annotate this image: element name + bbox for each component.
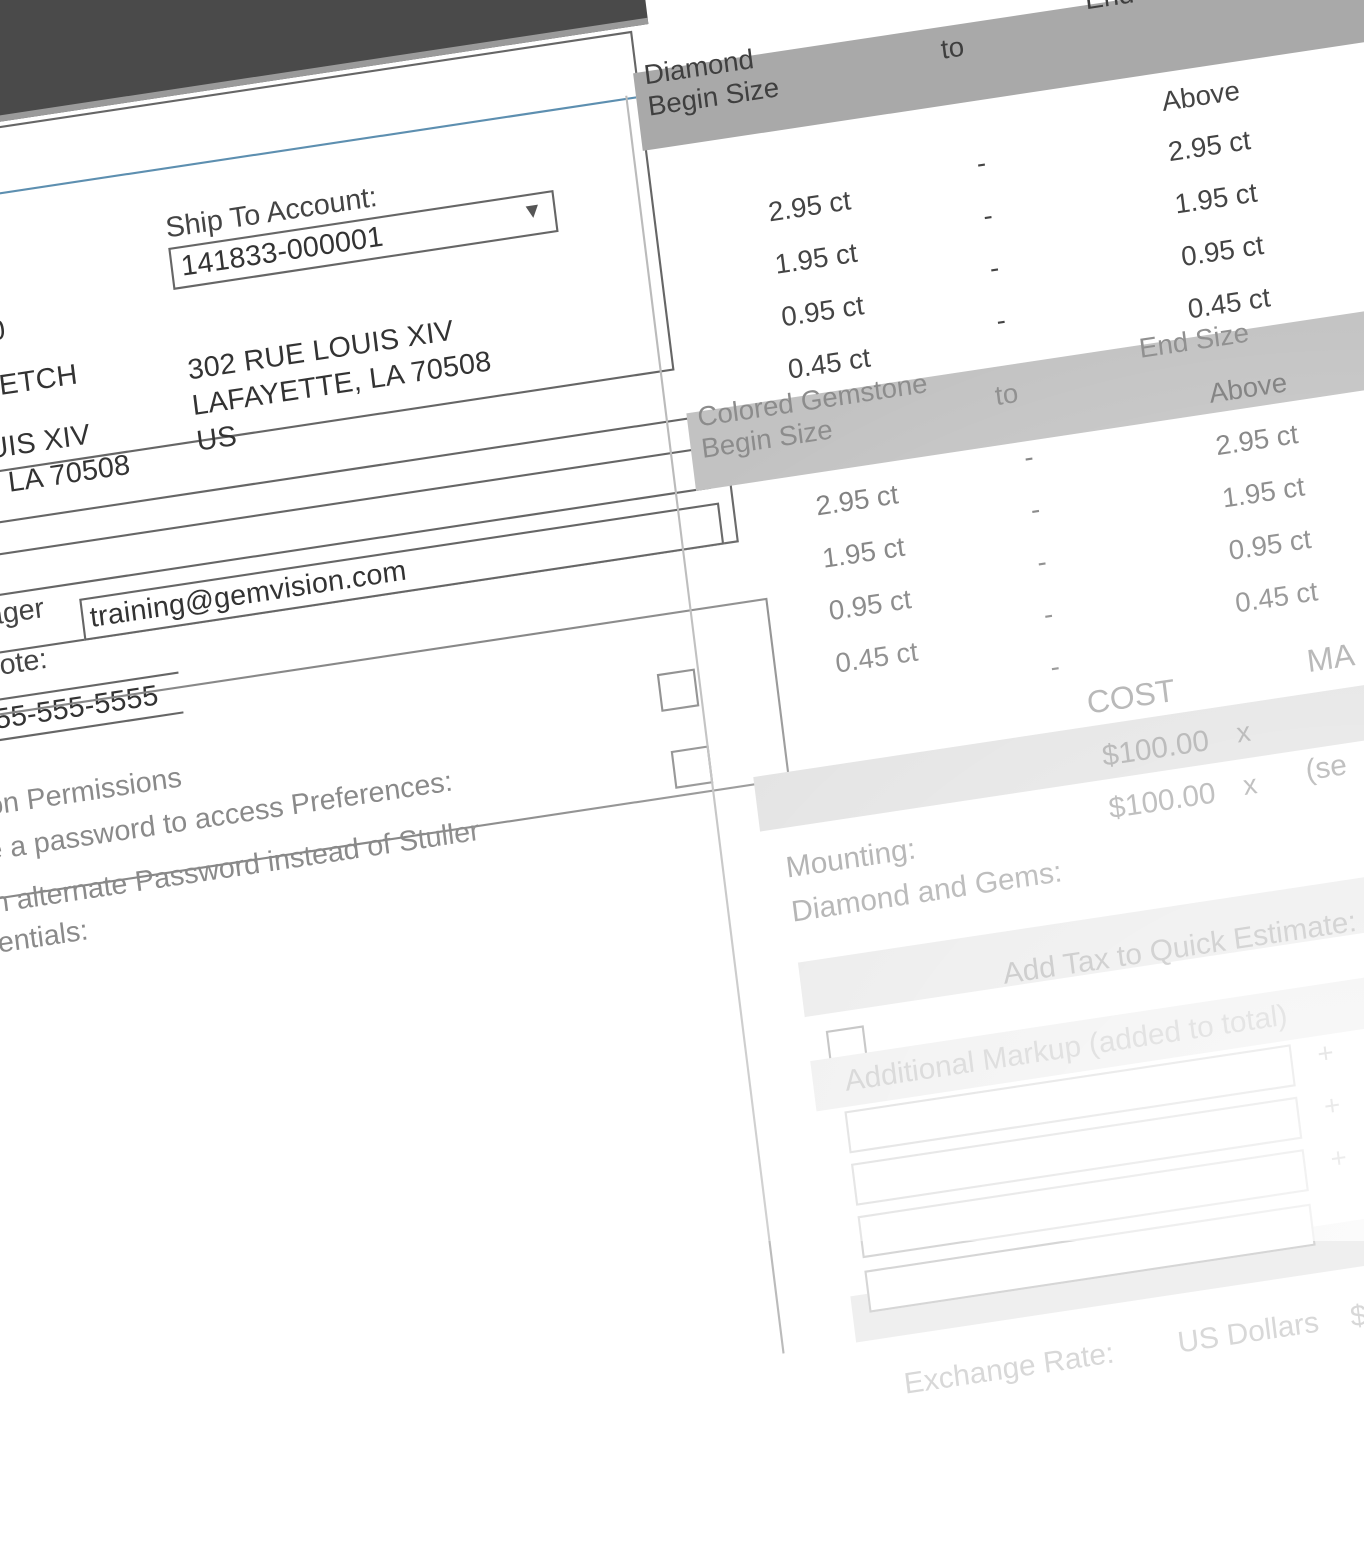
gem-row-4-begin: 0.95 ct — [827, 582, 914, 627]
gem-row-4-sep: - — [1041, 597, 1055, 631]
exchange-rate-value: $1.0 — [1348, 1291, 1364, 1333]
dropdown-arrow-icon: ▼ — [520, 198, 545, 225]
gem-row-3-end: 1.95 ct — [1220, 470, 1307, 514]
gem-row-3-sep: - — [1035, 545, 1049, 579]
gem-row-3-begin: 1.95 ct — [820, 530, 907, 575]
diamond-row-3-begin: 0.95 ct — [779, 288, 866, 333]
gem-row-1-sep: - — [1022, 440, 1036, 474]
diamond-gems-x: x — [1241, 767, 1259, 802]
markup-plus-3: + — [1328, 1140, 1349, 1175]
diamond-row-2-end: 2.95 ct — [1166, 123, 1253, 168]
diamond-row-2-begin: 1.95 ct — [772, 236, 860, 281]
diamond-row-4-end: 0.95 ct — [1179, 228, 1266, 273]
require-password-checkbox[interactable] — [656, 668, 700, 712]
exchange-rate-label: Exchange Rate: — [902, 1336, 1116, 1401]
diamond-gems-cost: $100.00 — [1106, 776, 1218, 825]
ship-to-country: US — [194, 419, 239, 458]
gem-row-5-end: 0.45 ct — [1233, 574, 1320, 619]
markup-column-header: MA — [1304, 637, 1357, 680]
gem-row-5-begin: 0.45 ct — [833, 635, 920, 679]
diamond-row-3-sep: - — [987, 251, 1001, 285]
diamond-to-header: to — [939, 30, 966, 66]
diamond-row-1-begin: 2.95 ct — [766, 183, 853, 228]
mounting-label: Mounting: — [784, 831, 918, 884]
currency-value: US Dollars — [1175, 1305, 1321, 1359]
cost-header-band — [753, 659, 1364, 832]
credentials-label: entials: — [0, 913, 90, 959]
diamond-gems-note: (se — [1303, 747, 1349, 787]
diamond-row-3-end: 1.95 ct — [1172, 176, 1259, 220]
diamond-row-1-end: Above — [1159, 74, 1242, 118]
gem-row-4-end: 0.95 ct — [1226, 522, 1313, 567]
gem-to-header: to — [993, 376, 1020, 412]
markup-plus-2: + — [1322, 1088, 1343, 1123]
diamond-row-1-sep: - — [974, 146, 988, 180]
diamond-row-4-sep: - — [994, 303, 1008, 337]
gem-row-2-sep: - — [1028, 492, 1042, 526]
quote-email-label: Quote: — [0, 642, 49, 687]
markup-plus-1: + — [1315, 1035, 1336, 1070]
gem-row-2-end: 2.95 ct — [1213, 417, 1300, 462]
gem-row-2-begin: 2.95 ct — [813, 477, 900, 522]
gem-row-5-sep: - — [1048, 650, 1062, 683]
diamond-row-2-sep: - — [981, 198, 995, 232]
